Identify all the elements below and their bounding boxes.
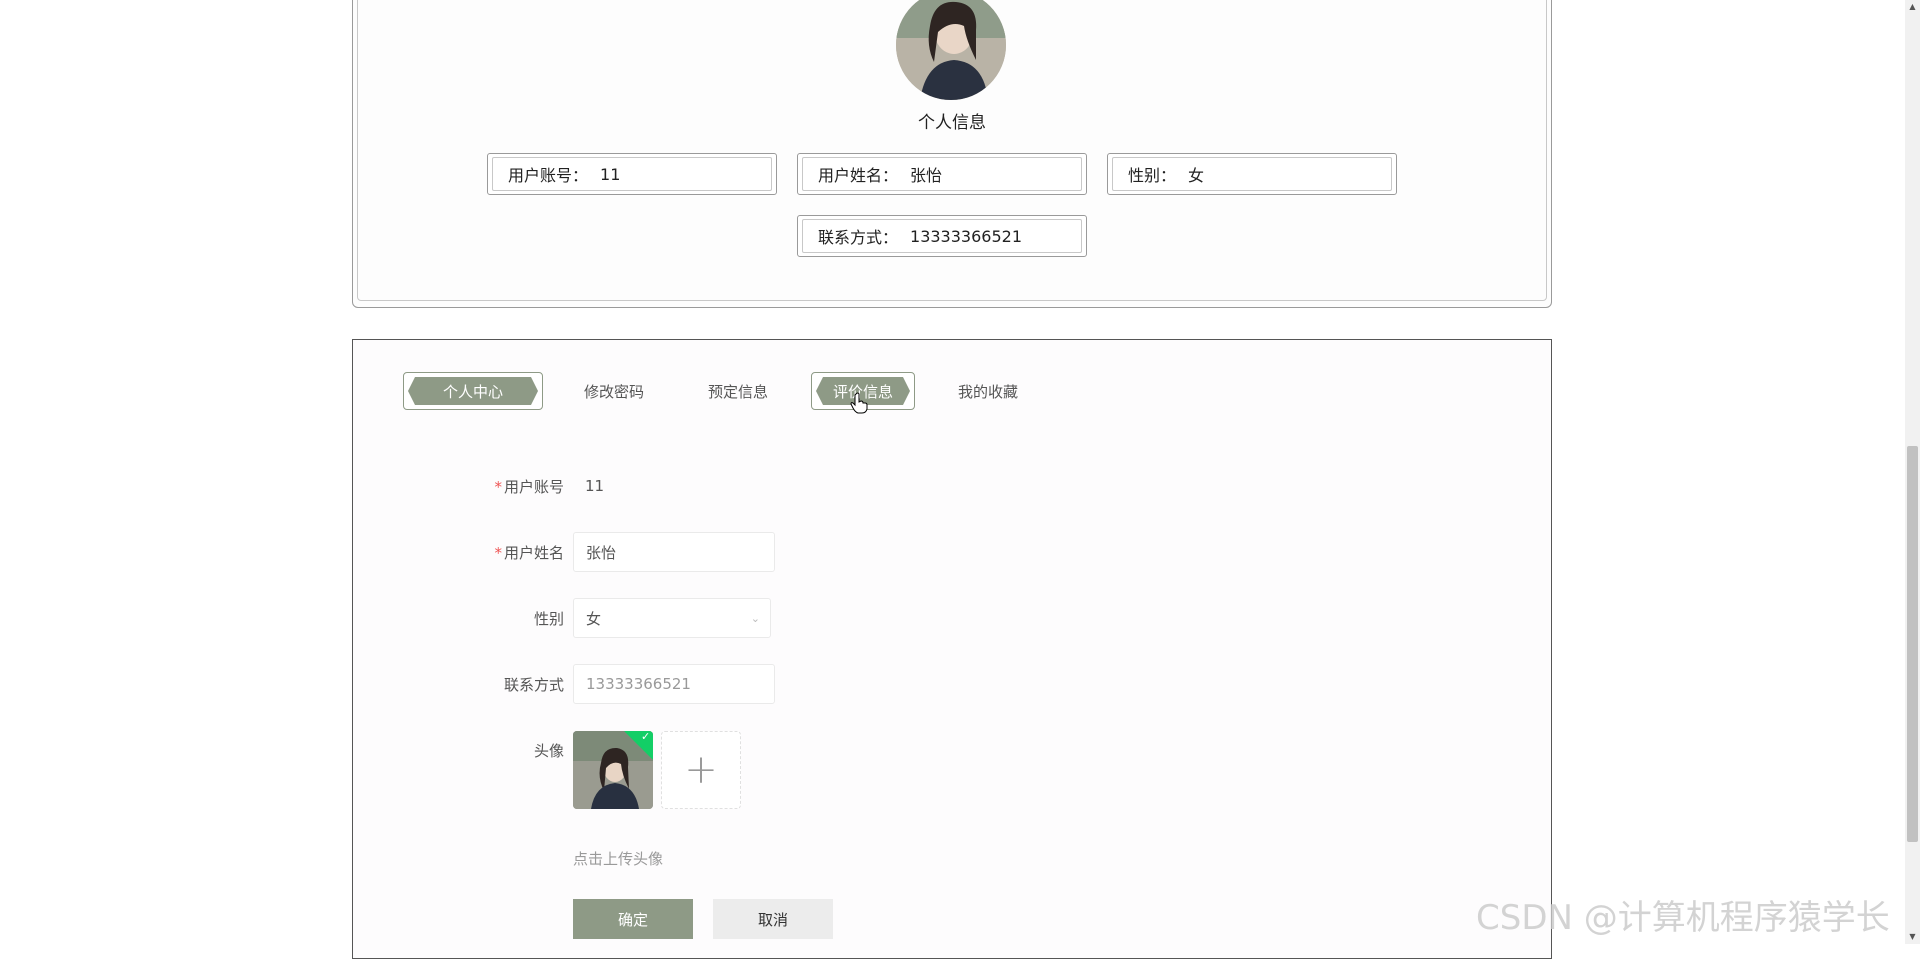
hand-cursor-icon	[850, 392, 868, 414]
phone-label: 联系方式	[503, 676, 564, 694]
scroll-up-icon[interactable]: ▲	[1905, 0, 1920, 14]
account-label: * 用户账号	[364, 476, 564, 497]
phone-input-placeholder: 13333366521	[586, 675, 691, 693]
account-label-text: 用户账号	[503, 478, 564, 496]
name-input[interactable]: 张怡	[573, 532, 775, 572]
info-phone: 联系方式： 13333366521	[797, 215, 1087, 257]
tab-personal-center[interactable]: 个人中心	[403, 372, 543, 410]
info-gender-value: 女	[1188, 166, 1205, 185]
tab-booking-info-label: 预定信息	[707, 382, 768, 401]
cancel-button[interactable]: 取消	[713, 899, 833, 939]
name-label: * 用户姓名	[364, 542, 564, 563]
avatar-upload-hint: 点击上传头像	[573, 850, 664, 868]
csdn-watermark: CSDN @计算机程序猿学长	[1476, 898, 1890, 938]
info-account-value: 11	[600, 164, 621, 184]
info-gender-label: 性别：	[1128, 166, 1177, 185]
tab-change-password[interactable]: 修改密码	[566, 372, 662, 410]
check-icon: ✓	[641, 731, 651, 743]
tab-change-password-label: 修改密码	[583, 382, 644, 401]
name-label-text: 用户姓名	[503, 544, 564, 562]
profile-title: 个人信息	[918, 113, 986, 133]
name-required-mark: *	[494, 544, 502, 562]
scrollbar-thumb[interactable]	[1907, 446, 1918, 842]
gender-select-value: 女	[586, 609, 602, 628]
info-gender: 性别： 女	[1107, 153, 1397, 195]
confirm-button[interactable]: 确定	[573, 899, 693, 939]
account-required-mark: *	[494, 478, 502, 496]
info-name: 用户姓名： 张怡	[797, 153, 1087, 195]
avatar-label: 头像	[533, 742, 564, 760]
chevron-down-icon: ⌄	[750, 611, 760, 625]
tab-my-favorites-label: 我的收藏	[957, 382, 1018, 401]
info-account: 用户账号： 11	[487, 153, 777, 195]
phone-input[interactable]: 13333366521	[573, 664, 775, 704]
tab-my-favorites[interactable]: 我的收藏	[940, 372, 1036, 410]
info-name-value: 张怡	[910, 166, 943, 185]
plus-icon: +	[684, 747, 718, 793]
gender-select[interactable]: 女 ⌄	[573, 598, 771, 638]
info-phone-value: 13333366521	[910, 226, 1022, 246]
tab-booking-info[interactable]: 预定信息	[690, 372, 786, 410]
avatar-upload-button[interactable]: +	[661, 731, 741, 809]
info-name-label: 用户姓名：	[818, 166, 899, 185]
user-center-panel	[352, 339, 1552, 959]
scroll-down-icon[interactable]: ▼	[1905, 930, 1920, 944]
info-phone-label: 联系方式：	[818, 228, 899, 247]
account-value: 11	[585, 477, 605, 495]
tab-personal-center-label: 个人中心	[442, 382, 503, 401]
avatar-thumbnail[interactable]: ✓	[573, 731, 653, 809]
info-account-label: 用户账号：	[508, 166, 589, 185]
gender-label: 性别	[533, 610, 564, 628]
